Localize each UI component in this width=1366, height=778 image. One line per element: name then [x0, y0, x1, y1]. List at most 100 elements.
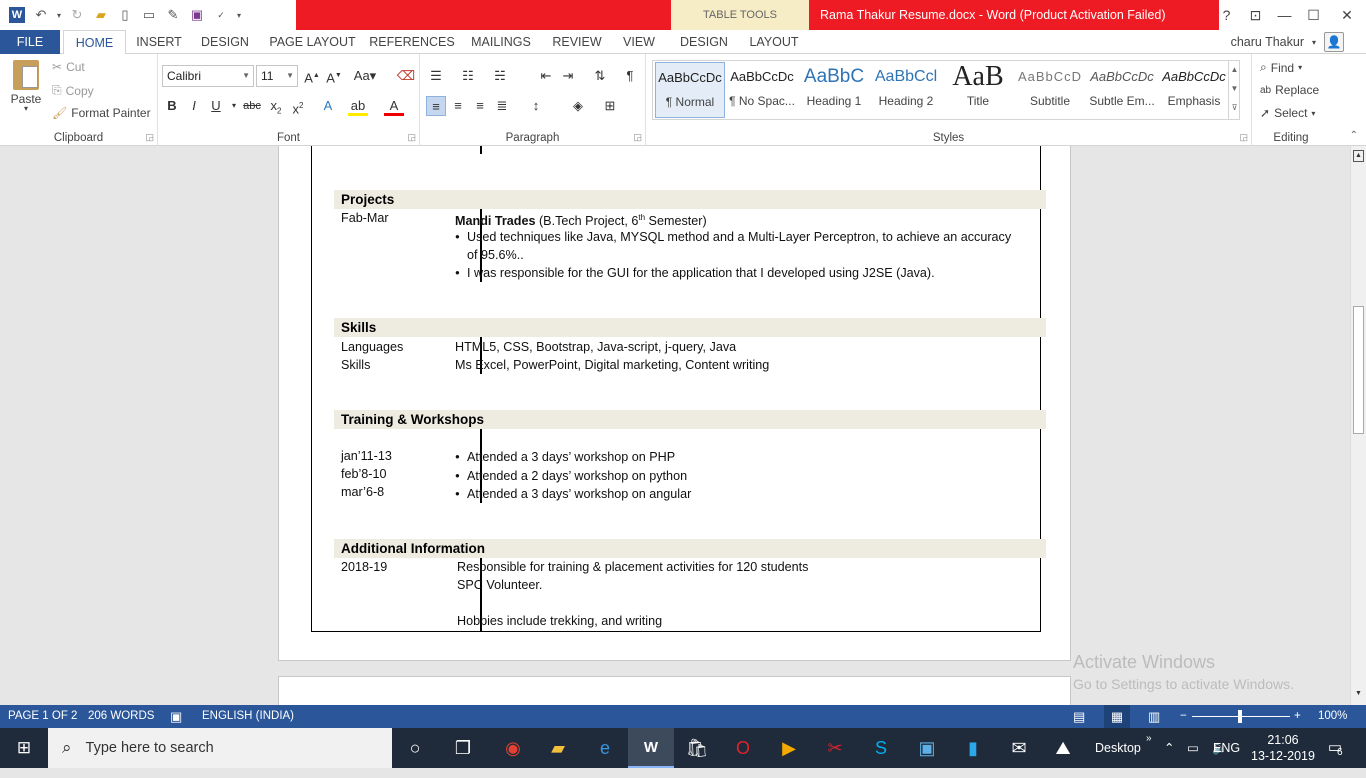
tab-design[interactable]: DESIGN — [196, 30, 254, 54]
dialog-launcher-icon[interactable]: ◲ — [407, 132, 416, 143]
paste-button[interactable]: Paste ▾ — [8, 60, 44, 113]
vertical-scrollbar[interactable]: ▲ ▼ — [1350, 146, 1366, 705]
word-app-icon[interactable]: W — [6, 4, 28, 26]
superscript-icon[interactable]: x2 — [288, 96, 308, 116]
dialog-launcher-icon[interactable]: ◲ — [633, 132, 642, 143]
word-taskbar-icon[interactable]: W — [628, 728, 674, 768]
tab-table-layout[interactable]: LAYOUT — [744, 30, 804, 54]
show-formatting-marks-icon[interactable]: ¶ — [620, 66, 640, 86]
tab-mailings[interactable]: MAILINGS — [464, 30, 538, 54]
store-icon[interactable]: 🛍 — [674, 728, 720, 768]
style-title[interactable]: AaB Title — [943, 62, 1013, 118]
snipping-tool-icon[interactable]: ✂ — [812, 728, 858, 768]
scroll-thumb[interactable] — [1353, 306, 1364, 434]
document-page[interactable]: Projects Fab-Mar Mandi Trades (B.Tech Pr… — [278, 146, 1071, 661]
chevron-double-icon[interactable]: » — [1146, 728, 1152, 768]
subscript-icon[interactable]: x2 — [266, 96, 286, 116]
change-case-icon[interactable]: Aa▾ — [352, 66, 378, 86]
style-subtitle[interactable]: AaBbCcD Subtitle — [1015, 62, 1085, 118]
dialog-launcher-icon[interactable]: ◲ — [145, 132, 154, 143]
tab-insert[interactable]: INSERT — [130, 30, 188, 54]
new-document-icon[interactable]: ▯ — [114, 4, 136, 26]
font-size-select[interactable]: 11 ▼ — [256, 65, 298, 87]
document-page-2[interactable] — [278, 676, 1071, 705]
opera-icon[interactable]: O — [720, 728, 766, 768]
style-no-spacing[interactable]: AaBbCcDc ¶ No Spac... — [727, 62, 797, 118]
font-family-select[interactable]: Calibri ▼ — [162, 65, 254, 87]
desktop-toolbar[interactable]: Desktop — [1095, 728, 1141, 768]
style-emphasis[interactable]: AaBbCcDc Emphasis — [1159, 62, 1229, 118]
shrink-font-icon[interactable]: A▼ — [324, 66, 344, 86]
format-painter-button[interactable]: 🖌 Format Painter — [52, 106, 151, 120]
tab-page-layout[interactable]: PAGE LAYOUT — [265, 30, 360, 54]
text-effects-icon[interactable]: A — [318, 96, 338, 116]
bullets-icon[interactable]: ☰ — [426, 66, 446, 86]
align-center-icon[interactable]: ≡ — [448, 96, 468, 116]
template-icon[interactable]: ▭ — [138, 4, 160, 26]
zoom-in-icon[interactable]: + — [1294, 705, 1301, 728]
proofing-icon[interactable]: ▣ — [170, 705, 182, 728]
phone-app-icon[interactable]: ▮ — [950, 728, 996, 768]
style-heading-2[interactable]: AaBbCcl Heading 2 — [871, 62, 941, 118]
task-view-icon[interactable]: ❐ — [440, 728, 486, 768]
italic-icon[interactable]: I — [184, 96, 204, 116]
minimize-button[interactable]: — — [1270, 0, 1299, 30]
zoom-out-icon[interactable]: − — [1180, 705, 1187, 728]
chrome-icon[interactable]: ◉ — [490, 728, 536, 768]
user-account[interactable]: charu Thakur ▾ 👤 — [1231, 30, 1344, 54]
cortana-icon[interactable]: ○ — [392, 728, 438, 768]
style-normal[interactable]: AaBbCcDc ¶ Normal — [655, 62, 725, 118]
web-layout-icon[interactable]: ▥ — [1148, 705, 1160, 728]
customize-qat-icon[interactable]: ▾ — [234, 4, 244, 26]
page-count[interactable]: PAGE 1 OF 2 — [8, 705, 77, 728]
clock[interactable]: 21:06 13-12-2019 — [1251, 728, 1315, 768]
edge-icon[interactable]: e — [582, 728, 628, 768]
maximize-button[interactable]: ☐ — [1299, 0, 1328, 30]
windows-start-icon[interactable]: ⊞ — [0, 728, 48, 768]
tab-references[interactable]: REFERENCES — [368, 30, 456, 54]
close-button[interactable]: ✕ — [1328, 0, 1366, 30]
show-hidden-icons-icon[interactable]: ⌃ — [1164, 728, 1174, 768]
decrease-indent-icon[interactable]: ⇤ — [536, 66, 556, 86]
redo-icon[interactable]: ↻ — [66, 4, 88, 26]
save-icon[interactable]: ▣ — [186, 4, 208, 26]
bold-icon[interactable]: B — [162, 96, 182, 116]
tab-table-design[interactable]: DESIGN — [674, 30, 734, 54]
battery-icon[interactable]: ▭ — [1187, 728, 1199, 768]
notifications-icon[interactable]: ▭ — [1320, 728, 1350, 768]
file-explorer-icon[interactable]: ▰ — [535, 728, 581, 768]
font-color-icon[interactable]: A — [384, 96, 404, 116]
styles-scroll[interactable]: ▲ ▼ ⊽ — [1228, 60, 1240, 120]
style-heading-1[interactable]: AaBbC Heading 1 — [799, 62, 869, 118]
align-right-icon[interactable]: ≡ — [470, 96, 490, 116]
chevron-down-icon[interactable]: ▾ — [1312, 38, 1316, 47]
borders-icon[interactable]: ⊞ — [600, 96, 620, 116]
find-button[interactable]: ⌕ Find ▾ — [1260, 60, 1302, 75]
user-name[interactable]: charu Thakur — [1231, 35, 1304, 49]
taskbar-search[interactable]: ⌕ Type here to search — [48, 728, 392, 768]
tab-file[interactable]: FILE — [0, 30, 60, 54]
tab-home[interactable]: HOME — [63, 30, 126, 55]
tab-review[interactable]: REVIEW — [546, 30, 608, 54]
select-button[interactable]: ➚ Select ▾ — [1260, 106, 1315, 120]
collapse-ribbon-icon[interactable]: ⌃ — [1350, 130, 1358, 141]
replace-button[interactable]: ab Replace — [1260, 83, 1319, 97]
input-language[interactable]: ENG — [1213, 728, 1240, 768]
zoom-level[interactable]: 100% — [1318, 705, 1347, 728]
print-layout-icon[interactable]: ▦ — [1104, 705, 1130, 728]
mail-icon[interactable]: ✉ — [996, 728, 1042, 768]
cut-button[interactable]: ✂ Cut — [52, 60, 85, 74]
sort-icon[interactable]: ⇅ — [590, 66, 610, 86]
multilevel-list-icon[interactable]: ☵ — [490, 66, 510, 86]
word-count[interactable]: 206 WORDS — [88, 705, 154, 728]
grow-font-icon[interactable]: A▲ — [302, 66, 322, 86]
underline-icon[interactable]: U — [206, 96, 226, 116]
edit-icon[interactable]: ✎ — [162, 4, 184, 26]
photos-icon[interactable]: ⛰ — [1040, 728, 1086, 768]
undo-dropdown-icon[interactable]: ▾ — [54, 4, 64, 26]
strikethrough-icon[interactable]: abc — [240, 96, 264, 116]
highlight-icon[interactable]: ab — [348, 96, 368, 116]
numbering-icon[interactable]: ☷ — [458, 66, 478, 86]
dialog-launcher-icon[interactable]: ◲ — [1239, 132, 1248, 143]
ribbon-display-options-button[interactable]: ⊡ — [1241, 0, 1270, 30]
